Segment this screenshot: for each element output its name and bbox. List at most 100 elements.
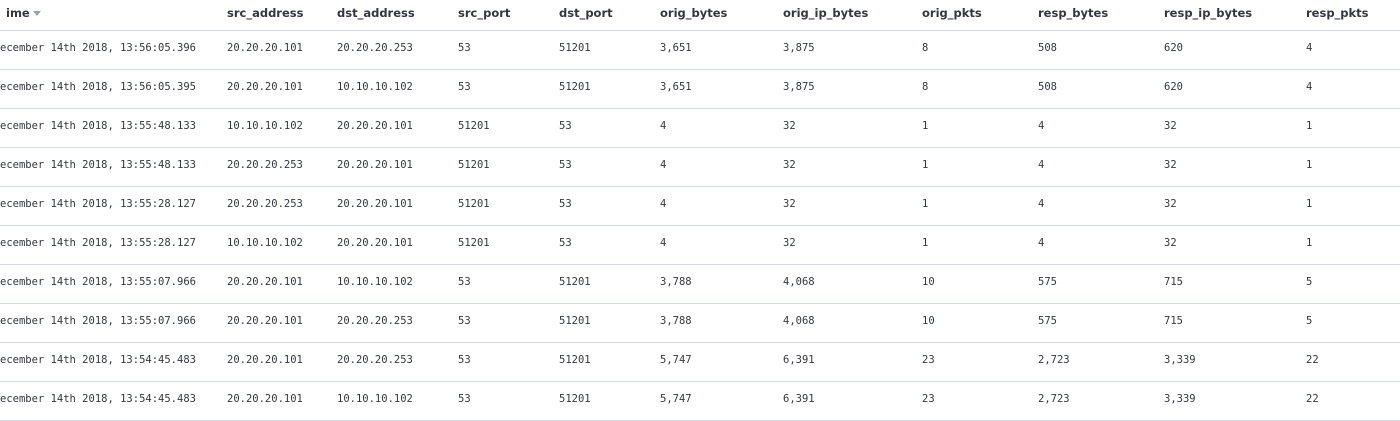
cell-time-text: ecember 14th 2018, 13:55:07.966 — [0, 276, 196, 288]
cell-orig-ip-bytes: 32 — [783, 120, 796, 132]
cell-time: ecember 14th 2018, 13:55:48.133 — [0, 120, 216, 132]
cell-orig-pkts: 10 — [922, 315, 935, 327]
cell-time: ecember 14th 2018, 13:56:05.396 — [0, 42, 216, 54]
cell-orig-bytes: 3,788 — [660, 276, 692, 288]
cell-resp-ip-bytes: 620 — [1164, 81, 1183, 93]
column-header-resp-ip-bytes[interactable]: resp_ip_bytes — [1164, 6, 1252, 20]
table-row[interactable]: ecember 14th 2018, 13:56:05.396 20.20.20.… — [0, 31, 1400, 70]
cell-time: ecember 14th 2018, 13:54:45.483 — [0, 393, 216, 405]
cell-src-address: 20.20.20.101 — [227, 393, 303, 405]
cell-src-address: 20.20.20.101 — [227, 276, 303, 288]
cell-resp-pkts: 5 — [1306, 276, 1313, 288]
cell-resp-pkts: 4 — [1306, 42, 1313, 54]
cell-dst-port: 53 — [559, 198, 572, 210]
cell-dst-address: 20.20.20.253 — [337, 315, 413, 327]
cell-resp-ip-bytes: 3,339 — [1164, 354, 1196, 366]
cell-orig-pkts: 23 — [922, 393, 935, 405]
cell-time-text: ecember 14th 2018, 13:55:28.127 — [0, 198, 196, 210]
cell-resp-ip-bytes: 715 — [1164, 276, 1183, 288]
cell-time-text: ecember 14th 2018, 13:56:05.396 — [0, 42, 196, 54]
cell-time-text: ecember 14th 2018, 13:56:05.395 — [0, 81, 196, 93]
column-header-src-port[interactable]: src_port — [458, 6, 510, 20]
table-row[interactable]: ecember 14th 2018, 13:54:45.483 20.20.20.… — [0, 382, 1400, 421]
sort-down-icon[interactable] — [32, 11, 41, 16]
cell-dst-address: 10.10.10.102 — [337, 393, 413, 405]
table-row[interactable]: ecember 14th 2018, 13:55:28.127 10.10.10.… — [0, 226, 1400, 265]
cell-resp-bytes: 4 — [1038, 237, 1045, 249]
cell-time: ecember 14th 2018, 13:55:07.966 — [0, 315, 216, 327]
cell-dst-address: 20.20.20.101 — [337, 198, 413, 210]
cell-src-address: 10.10.10.102 — [227, 237, 303, 249]
cell-orig-ip-bytes: 6,391 — [783, 393, 815, 405]
column-header-label: ime — [6, 6, 30, 20]
cell-dst-port: 51201 — [559, 276, 591, 288]
cell-orig-bytes: 3,651 — [660, 42, 692, 54]
cell-time-text: ecember 14th 2018, 13:55:48.133 — [0, 159, 196, 171]
column-header-time[interactable]: ime — [6, 6, 41, 20]
cell-dst-address: 20.20.20.253 — [337, 354, 413, 366]
cell-time: ecember 14th 2018, 13:55:07.966 — [0, 276, 216, 288]
cell-dst-port: 53 — [559, 120, 572, 132]
column-header-orig-pkts[interactable]: orig_pkts — [922, 6, 982, 20]
column-header-orig-bytes[interactable]: orig_bytes — [660, 6, 727, 20]
cell-orig-ip-bytes: 32 — [783, 198, 796, 210]
cell-time: ecember 14th 2018, 13:55:28.127 — [0, 198, 216, 210]
cell-orig-pkts: 1 — [922, 120, 929, 132]
cell-orig-pkts: 23 — [922, 354, 935, 366]
table-row[interactable]: ecember 14th 2018, 13:55:48.133 20.20.20.… — [0, 148, 1400, 187]
cell-src-port: 51201 — [458, 198, 490, 210]
cell-resp-pkts: 22 — [1306, 393, 1319, 405]
cell-dst-port: 51201 — [559, 315, 591, 327]
cell-orig-bytes: 5,747 — [660, 393, 692, 405]
cell-src-port: 53 — [458, 42, 471, 54]
cell-resp-pkts: 4 — [1306, 81, 1313, 93]
cell-resp-bytes: 508 — [1038, 81, 1057, 93]
cell-time-text: ecember 14th 2018, 13:55:48.133 — [0, 120, 196, 132]
table-row[interactable]: ecember 14th 2018, 13:56:05.395 20.20.20.… — [0, 70, 1400, 109]
cell-time-text: ecember 14th 2018, 13:54:45.483 — [0, 393, 196, 405]
cell-dst-address: 20.20.20.101 — [337, 120, 413, 132]
cell-orig-pkts: 10 — [922, 276, 935, 288]
cell-resp-ip-bytes: 715 — [1164, 315, 1183, 327]
column-header-resp-pkts[interactable]: resp_pkts — [1306, 6, 1369, 20]
cell-resp-bytes: 4 — [1038, 120, 1045, 132]
cell-src-port: 51201 — [458, 159, 490, 171]
cell-resp-ip-bytes: 3,339 — [1164, 393, 1196, 405]
table-row[interactable]: ecember 14th 2018, 13:54:45.483 20.20.20.… — [0, 343, 1400, 382]
cell-time: ecember 14th 2018, 13:55:28.127 — [0, 237, 216, 249]
table-body: ecember 14th 2018, 13:56:05.396 20.20.20.… — [0, 31, 1400, 421]
cell-orig-bytes: 3,788 — [660, 315, 692, 327]
table-row[interactable]: ecember 14th 2018, 13:55:07.966 20.20.20.… — [0, 265, 1400, 304]
cell-src-address: 20.20.20.101 — [227, 315, 303, 327]
table-row[interactable]: ecember 14th 2018, 13:55:28.127 20.20.20.… — [0, 187, 1400, 226]
cell-orig-bytes: 4 — [660, 237, 667, 249]
cell-src-address: 20.20.20.101 — [227, 354, 303, 366]
cell-orig-bytes: 4 — [660, 159, 667, 171]
cell-dst-port: 51201 — [559, 81, 591, 93]
cell-orig-pkts: 8 — [922, 81, 929, 93]
cell-src-address: 20.20.20.101 — [227, 81, 303, 93]
cell-dst-address: 20.20.20.253 — [337, 42, 413, 54]
cell-resp-pkts: 1 — [1306, 159, 1313, 171]
column-header-src-address[interactable]: src_address — [227, 6, 303, 20]
cell-dst-port: 53 — [559, 237, 572, 249]
cell-resp-bytes: 575 — [1038, 315, 1057, 327]
column-header-orig-ip-bytes[interactable]: orig_ip_bytes — [783, 6, 868, 20]
column-header-resp-bytes[interactable]: resp_bytes — [1038, 6, 1108, 20]
cell-dst-address: 20.20.20.101 — [337, 237, 413, 249]
cell-resp-bytes: 4 — [1038, 159, 1045, 171]
log-table: ime src_address dst_address src_port dst… — [0, 0, 1400, 421]
table-row[interactable]: ecember 14th 2018, 13:55:07.966 20.20.20.… — [0, 304, 1400, 343]
cell-time-text: ecember 14th 2018, 13:54:45.483 — [0, 354, 196, 366]
cell-dst-port: 51201 — [559, 393, 591, 405]
table-row[interactable]: ecember 14th 2018, 13:55:48.133 10.10.10.… — [0, 109, 1400, 148]
cell-orig-bytes: 4 — [660, 198, 667, 210]
column-header-dst-address[interactable]: dst_address — [337, 6, 415, 20]
cell-resp-pkts: 1 — [1306, 120, 1313, 132]
table-header: ime src_address dst_address src_port dst… — [0, 0, 1400, 31]
cell-orig-ip-bytes: 32 — [783, 237, 796, 249]
cell-resp-pkts: 5 — [1306, 315, 1313, 327]
column-header-dst-port[interactable]: dst_port — [559, 6, 613, 20]
cell-resp-bytes: 575 — [1038, 276, 1057, 288]
cell-src-port: 51201 — [458, 120, 490, 132]
